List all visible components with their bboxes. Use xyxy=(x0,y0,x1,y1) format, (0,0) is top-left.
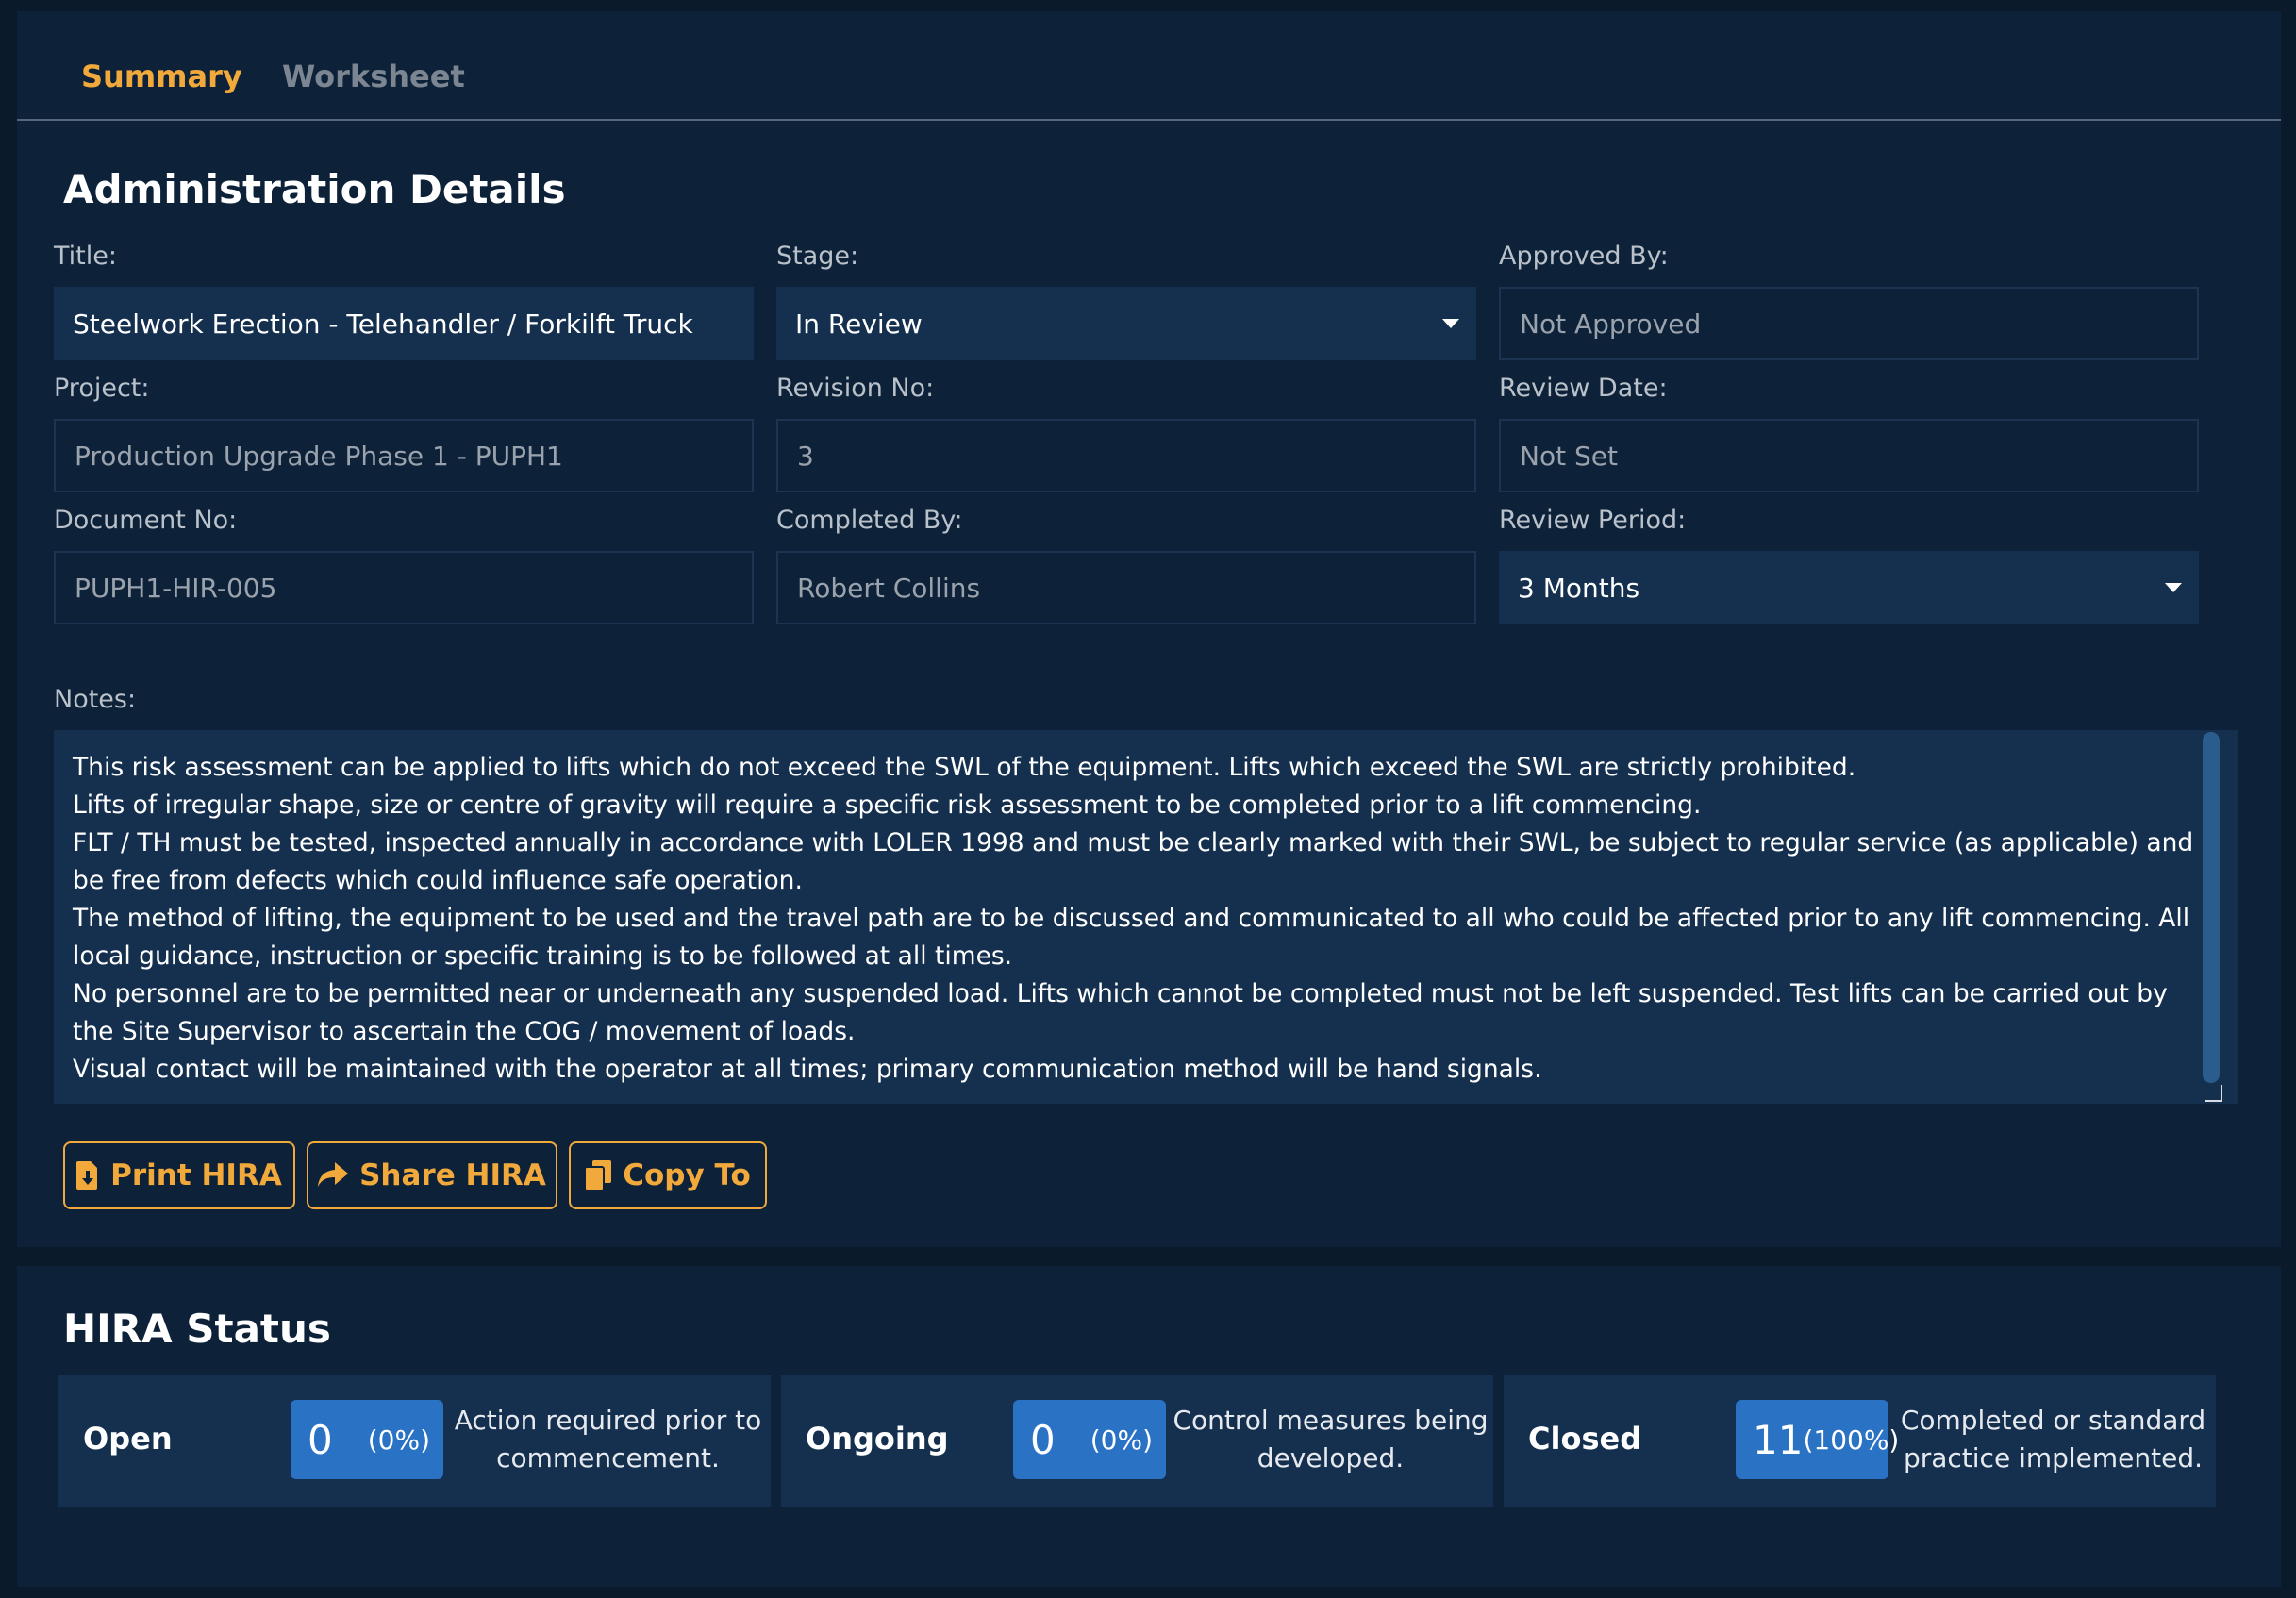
status-description: Action required prior to commencement. xyxy=(454,1405,762,1473)
status-name: Open xyxy=(83,1421,173,1457)
notes-line: FLT / TH must be tested, inspected annua… xyxy=(73,828,2194,895)
tab-worksheet[interactable]: Worksheet xyxy=(282,58,465,94)
approved-by-label: Approved By: xyxy=(1499,241,1669,271)
title-label: Title: xyxy=(54,241,117,271)
chevron-down-icon xyxy=(2165,583,2182,592)
tab-summary[interactable]: Summary xyxy=(81,58,242,94)
status-count: 0 xyxy=(308,1416,333,1463)
status-badge: 0 (0%) xyxy=(291,1400,443,1479)
completed-by-label: Completed By: xyxy=(776,506,963,535)
file-download-icon xyxy=(76,1161,98,1190)
tab-bar: Summary Worksheet xyxy=(17,11,2281,121)
copy-icon xyxy=(585,1160,612,1190)
status-badge: 11 (100%) xyxy=(1736,1400,1899,1479)
project-label: Project: xyxy=(54,374,150,403)
review-period-value: 3 Months xyxy=(1518,572,1640,604)
resize-handle-icon[interactable] xyxy=(2205,1085,2222,1102)
status-percent: (100%) xyxy=(1803,1423,1900,1456)
stage-select[interactable]: In Review xyxy=(776,287,1476,360)
notes-line: This risk assessment can be applied to l… xyxy=(73,753,1856,782)
approved-by-field: Not Approved xyxy=(1499,287,2199,360)
administration-details-heading: Administration Details xyxy=(63,166,566,212)
chevron-down-icon xyxy=(1442,319,1459,328)
project-field: Production Upgrade Phase 1 - PUPH1 xyxy=(54,419,754,492)
revision-no-field: 3 xyxy=(776,419,1476,492)
title-value: Steelwork Erection - Telehandler / Forki… xyxy=(73,308,693,340)
status-description: Control measures being developed. xyxy=(1173,1405,1489,1473)
notes-line: Lifts of irregular shape, size or centre… xyxy=(73,791,1702,820)
copy-to-label: Copy To xyxy=(623,1158,751,1192)
print-hira-button[interactable]: Print HIRA xyxy=(63,1141,295,1209)
status-card-closed: Closed 11 (100%) Completed or standard p… xyxy=(1504,1375,2216,1507)
status-name: Closed xyxy=(1528,1421,1642,1457)
status-percent: (0%) xyxy=(1090,1423,1153,1456)
status-count: 11 xyxy=(1753,1416,1804,1463)
notes-textarea[interactable]: This risk assessment can be applied to l… xyxy=(54,730,2238,1104)
status-card-open: Open 0 (0%) Action required prior to com… xyxy=(58,1375,771,1507)
notes-line: No personnel are to be permitted near or… xyxy=(73,979,2168,1046)
hira-status-panel: HIRA Status Open 0 (0%) Action required … xyxy=(17,1266,2281,1587)
notes-scrollbar[interactable] xyxy=(2203,732,2220,1083)
completed-by-value: Robert Collins xyxy=(797,572,981,604)
review-date-value: Not Set xyxy=(1520,440,1618,472)
review-date-label: Review Date: xyxy=(1499,374,1668,403)
share-icon xyxy=(318,1162,349,1187)
share-hira-label: Share HIRA xyxy=(359,1158,546,1192)
hira-status-heading: HIRA Status xyxy=(63,1306,331,1352)
document-no-label: Document No: xyxy=(54,506,238,535)
notes-line: Visual contact will be maintained with t… xyxy=(73,1055,1542,1084)
status-percent: (0%) xyxy=(367,1423,430,1456)
notes-line: The method of lifting, the equipment to … xyxy=(73,904,2190,971)
review-period-label: Review Period: xyxy=(1499,506,1687,535)
status-name: Ongoing xyxy=(806,1421,949,1457)
stage-value: In Review xyxy=(795,308,923,340)
document-no-field: PUPH1-HIR-005 xyxy=(54,551,754,624)
copy-to-button[interactable]: Copy To xyxy=(569,1141,767,1209)
title-input[interactable]: Steelwork Erection - Telehandler / Forki… xyxy=(54,287,754,360)
revision-no-value: 3 xyxy=(797,440,814,472)
status-description: Completed or standard practice implement… xyxy=(1900,1405,2206,1473)
stage-label: Stage: xyxy=(776,241,859,271)
project-value: Production Upgrade Phase 1 - PUPH1 xyxy=(75,440,563,472)
status-count: 0 xyxy=(1030,1416,1056,1463)
review-date-field: Not Set xyxy=(1499,419,2199,492)
document-no-value: PUPH1-HIR-005 xyxy=(75,572,277,604)
notes-label: Notes: xyxy=(54,685,137,714)
administration-panel: Summary Worksheet Administration Details… xyxy=(17,11,2281,1247)
share-hira-button[interactable]: Share HIRA xyxy=(307,1141,557,1209)
revision-no-label: Revision No: xyxy=(776,374,935,403)
completed-by-field: Robert Collins xyxy=(776,551,1476,624)
status-card-ongoing: Ongoing 0 (0%) Control measures being de… xyxy=(781,1375,1493,1507)
print-hira-label: Print HIRA xyxy=(110,1158,282,1192)
approved-by-value: Not Approved xyxy=(1520,308,1702,340)
review-period-select[interactable]: 3 Months xyxy=(1499,551,2199,624)
status-badge: 0 (0%) xyxy=(1013,1400,1166,1479)
